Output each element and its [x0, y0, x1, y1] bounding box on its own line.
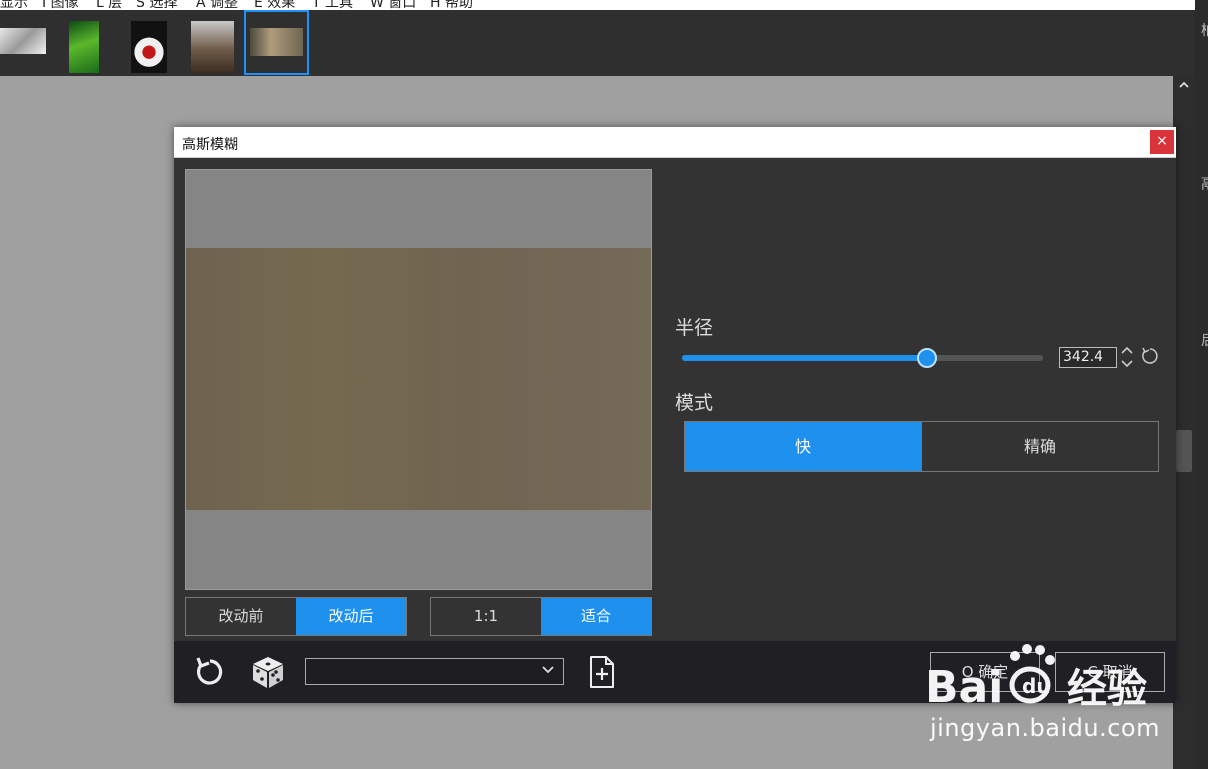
menu-select[interactable]: S 选择 — [136, 0, 177, 10]
panel-edge-glyph: 后 — [1201, 330, 1208, 350]
radius-label: 半径 — [675, 317, 714, 339]
zoom-toggle: 1:1 适合 — [430, 597, 652, 636]
panel-edge-glyph: 鬲 — [1201, 174, 1208, 194]
close-icon: × — [1156, 133, 1168, 149]
zoom-1to1-option[interactable]: 1:1 — [431, 598, 541, 635]
preview-canvas[interactable] — [185, 169, 652, 590]
cancel-button[interactable]: C 取消 — [1055, 652, 1165, 692]
radius-slider[interactable] — [682, 348, 1043, 368]
dice-icon — [253, 657, 283, 688]
zoom-fit-option[interactable]: 适合 — [541, 598, 651, 635]
menu-effects[interactable]: E 效果 — [254, 0, 295, 10]
mode-label: 模式 — [675, 392, 714, 414]
mode-precise-option[interactable]: 精确 — [921, 422, 1158, 471]
reset-radius-icon[interactable] — [1140, 346, 1160, 366]
before-option[interactable]: 改动前 — [186, 598, 296, 635]
close-button[interactable]: × — [1150, 130, 1174, 154]
panel-edge-glyph: 柏 — [1201, 20, 1208, 40]
preset-dropdown[interactable] — [305, 658, 564, 685]
menu-image[interactable]: I 图像 — [42, 0, 79, 10]
reset-button[interactable] — [192, 654, 228, 690]
menu-view[interactable]: 显示 — [0, 0, 28, 10]
save-preset-button[interactable] — [584, 654, 620, 690]
right-side-panel: 柏 鬲 后 — [1195, 0, 1208, 769]
thumbnail-1[interactable] — [0, 16, 46, 68]
blurred-preview-image — [186, 248, 651, 510]
gaussian-blur-dialog: 高斯模糊 × 改动前 改动后 1:1 适合 半径 342.4 模式 快 精确 O… — [174, 127, 1176, 703]
thumbnail-2[interactable] — [69, 16, 99, 73]
thumbnail-3[interactable] — [131, 16, 167, 73]
randomize-button[interactable] — [250, 654, 286, 690]
file-plus-icon — [590, 656, 614, 688]
before-after-toggle: 改动前 改动后 — [185, 597, 407, 636]
radius-spin-buttons[interactable] — [1120, 345, 1134, 369]
watermark-url: jingyan.baidu.com — [930, 714, 1160, 742]
mode-fast-option[interactable]: 快 — [685, 422, 921, 471]
dialog-action-bar: O 确定 C 取消 — [174, 641, 1176, 703]
rotate-ccw-icon — [196, 657, 223, 685]
menu-adjust[interactable]: A 调整 — [196, 0, 238, 10]
thumbnail-5-selected[interactable] — [244, 10, 309, 75]
scroll-up-icon[interactable] — [1173, 76, 1195, 98]
vertical-scrollbar[interactable] — [1173, 76, 1195, 769]
image-thumbnail-strip — [0, 10, 1195, 76]
preset-value — [306, 664, 312, 679]
menu-tools[interactable]: T 工具 — [312, 0, 353, 10]
menu-layer[interactable]: L 层 — [96, 0, 122, 10]
after-option[interactable]: 改动后 — [296, 598, 406, 635]
spin-up-down-icon — [1121, 346, 1133, 368]
radius-value-input[interactable]: 342.4 — [1059, 347, 1117, 368]
mode-toggle: 快 精确 — [684, 421, 1159, 472]
thumbnail-4[interactable] — [191, 16, 234, 73]
dialog-title: 高斯模糊 — [182, 137, 238, 153]
radius-slider-fill — [682, 355, 928, 361]
menu-bar: 显示 I 图像 L 层 S 选择 A 调整 E 效果 T 工具 W 窗口 H 帮… — [0, 0, 1195, 10]
chevron-down-icon — [542, 666, 554, 674]
menu-help[interactable]: H 帮助 — [430, 0, 473, 10]
ok-button[interactable]: O 确定 — [930, 652, 1040, 692]
dialog-titlebar[interactable]: 高斯模糊 × — [174, 127, 1176, 158]
menu-window[interactable]: W 窗口 — [370, 0, 416, 10]
scroll-thumb[interactable] — [1176, 430, 1192, 472]
radius-slider-handle[interactable] — [917, 348, 938, 368]
